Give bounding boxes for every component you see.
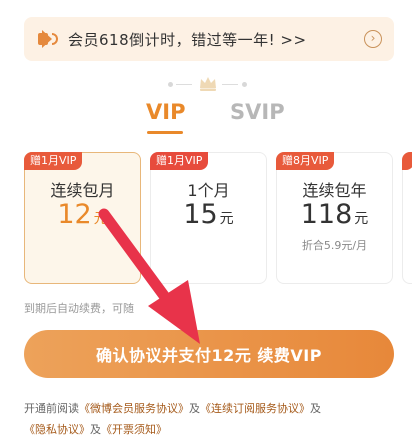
plan-price-value: 118 bbox=[300, 199, 353, 230]
plan-monthly-equivalent: 折合5.9元/月 bbox=[301, 239, 368, 252]
crown-icon bbox=[200, 77, 216, 91]
plan-price: 118 元 bbox=[277, 199, 392, 230]
divider-line-left bbox=[176, 84, 192, 85]
agreement-and: 及 bbox=[310, 402, 321, 415]
plan-price-unit: 元 bbox=[219, 211, 234, 227]
promo-banner[interactable]: 会员618倒计时，错过等一年! >> › bbox=[24, 17, 394, 61]
confirm-pay-button[interactable]: 确认协议并支付12元 续费VIP bbox=[24, 330, 394, 378]
chevron-right-icon[interactable]: › bbox=[364, 30, 382, 48]
divider-line-right bbox=[222, 84, 238, 85]
plan-badge: 赠1月VIP bbox=[150, 152, 209, 170]
link-subscription-agreement[interactable]: 《连续订阅服务协议》 bbox=[200, 402, 310, 415]
divider-dot-right bbox=[242, 82, 247, 87]
auto-renew-note: 到期后自动续费，可随 bbox=[24, 302, 134, 315]
link-weibo-member-agreement[interactable]: 《微博会员服务协议》 bbox=[79, 402, 189, 415]
plan-price: 12 元 bbox=[25, 199, 140, 230]
agreement-and: 及 bbox=[189, 402, 200, 415]
speaker-icon bbox=[36, 29, 60, 49]
link-invoice-notice[interactable]: 《开票须知》 bbox=[101, 423, 167, 436]
link-privacy-agreement[interactable]: 《隐私协议》 bbox=[24, 423, 90, 436]
plan-badge: 赠1月VIP bbox=[24, 152, 83, 170]
tab-active-indicator bbox=[147, 131, 183, 134]
divider-dot-left bbox=[168, 82, 173, 87]
agreement-prefix: 开通前阅读 bbox=[24, 402, 79, 415]
plan-price-value: 15 bbox=[183, 199, 218, 230]
plan-price-value: 12 bbox=[57, 199, 92, 230]
plan-card-one-month[interactable]: 赠1月VIP 1个月 15 元 bbox=[150, 152, 267, 284]
promo-banner-text: 会员618倒计时，错过等一年! >> bbox=[68, 30, 307, 49]
plan-price-unit: 元 bbox=[93, 211, 108, 227]
plan-card-monthly-continuous[interactable]: 赠1月VIP 连续包月 12 元 bbox=[24, 152, 141, 284]
tab-svip[interactable]: SVIP bbox=[230, 100, 285, 124]
plan-card-yearly-continuous[interactable]: 赠8月VIP 连续包年 118 元 折合5.9元/月 bbox=[276, 152, 393, 284]
plan-badge: 赠8月VIP bbox=[276, 152, 335, 170]
agreement-and: 及 bbox=[90, 423, 101, 436]
plan-name: 连续包月 bbox=[50, 181, 115, 200]
plan-badge bbox=[402, 152, 412, 170]
plan-price: 15 元 bbox=[151, 199, 266, 230]
plan-name: 连续包年 bbox=[302, 181, 367, 200]
plan-card-partial[interactable] bbox=[402, 152, 412, 284]
tab-vip[interactable]: VIP bbox=[146, 100, 185, 124]
plan-price-unit: 元 bbox=[354, 211, 369, 227]
plan-name: 1个月 bbox=[187, 181, 230, 200]
agreement-text: 开通前阅读《微博会员服务协议》及《连续订阅服务协议》及 《隐私协议》及《开票须知… bbox=[24, 398, 394, 437]
